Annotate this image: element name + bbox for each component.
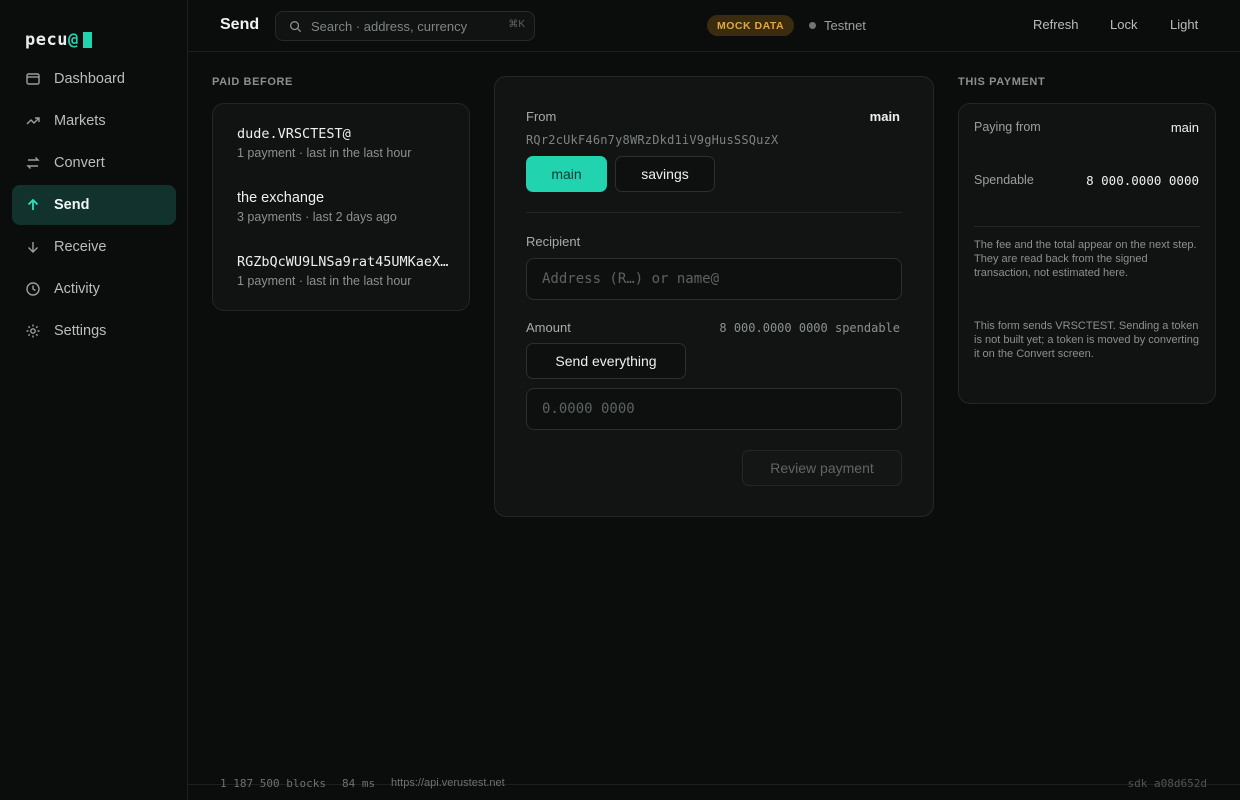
recipient-label: Recipient [526,234,581,249]
sidebar-item-send[interactable]: Send [12,185,176,225]
sidebar-item-label: Markets [54,113,106,129]
logo-at: @ [67,30,79,50]
from-value: main [869,109,900,124]
amount-field[interactable] [526,388,902,430]
fee-note: The fee and the total appear on the next… [974,239,1197,279]
gear-icon [25,323,41,339]
recipient-field[interactable] [526,258,902,300]
sidebar-item-label: Receive [54,239,107,255]
payee-item[interactable]: the exchange 3 payments · last 2 days ag… [237,190,449,224]
payee-meta: 1 payment · last in the last hour [237,274,412,288]
token-note: This form sends VRSCTEST. Sending a toke… [974,320,1200,360]
sidebar-item-activity[interactable]: Activity [12,269,176,309]
paying-from-value: main [1170,120,1199,135]
sidebar-item-settings[interactable]: Settings [12,311,176,351]
review-payment-button[interactable]: Review payment [742,450,902,486]
amount-label: Amount [526,320,571,335]
arrow-up-icon [25,197,41,213]
refresh-button[interactable]: Refresh [1033,17,1079,32]
spendable-note: 8 000.0000 0000 spendable [719,321,900,335]
logo-cursor [82,32,92,48]
sidebar-item-label: Send [54,197,90,213]
arrows-swap-icon [25,155,41,171]
sidebar-nav: Dashboard Markets Convert Send Receive A… [12,59,176,353]
divider [526,212,902,213]
logo-text: pecu [25,30,68,50]
trend-up-icon [25,113,41,129]
status-footer: 1 187 500 blocks 84 ms https://api.verus… [188,777,1240,800]
mock-data-badge: MOCK DATA [707,15,795,36]
app-logo[interactable]: pecu @ [25,30,92,50]
search-shortcut: ⌘K [508,19,525,30]
top-bar: Send ⌘K MOCK DATA Testnet Refresh Lock L… [188,0,1240,52]
search-box[interactable]: ⌘K [275,11,535,41]
payee-meta: 3 payments · last 2 days ago [237,210,397,224]
account-savings-button[interactable]: savings [615,156,715,192]
spendable-value: 8 000.0000 0000 [1086,173,1199,188]
sidebar-item-label: Settings [54,323,107,339]
send-everything-button[interactable]: Send everything [526,343,686,379]
account-main-button[interactable]: main [526,156,607,192]
from-address[interactable]: RQr2cUkF46n7y8WRzDkd1iV9gHusSSQuzX [526,133,778,147]
paying-from-label: Paying from [974,120,1041,134]
status-dot-icon [809,22,816,29]
search-icon [289,20,302,33]
send-form: From main RQr2cUkF46n7y8WRzDkd1iV9gHusSS… [494,76,934,517]
payee-name: the exchange [237,190,325,206]
sdk-version: sdk a08d652d [1127,777,1207,790]
this-payment-card: Paying from main Spendable 8 000.0000 00… [958,103,1216,404]
wallet-icon [25,71,41,87]
sidebar-item-label: Activity [54,281,100,297]
network-indicator: Testnet [809,18,866,33]
sidebar-item-convert[interactable]: Convert [12,143,176,183]
payee-meta: 1 payment · last in the last hour [237,146,412,160]
amount-input[interactable] [542,401,901,417]
spendable-label: Spendable [974,173,1034,187]
from-label: From [526,109,557,124]
divider [974,226,1200,227]
search-input[interactable] [311,18,501,34]
sidebar-item-label: Dashboard [54,71,125,87]
payee-item[interactable]: dude.VRSCTEST@ 1 payment · last in the l… [237,126,449,160]
sidebar-item-label: Convert [54,155,105,171]
arrow-down-icon [25,239,41,255]
theme-toggle-button[interactable]: Light [1170,17,1198,32]
sidebar: pecu @ Dashboard Markets Convert Send Rec… [0,0,188,800]
page-title: Send [220,16,260,33]
network-label: Testnet [824,18,866,33]
payee-item[interactable]: RGZbQcWU9LNSa9rat45UMKaeXXXX 1 payment ·… [237,254,449,288]
recipient-input[interactable] [542,271,901,287]
sidebar-item-dashboard[interactable]: Dashboard [12,59,176,99]
payee-name: dude.VRSCTEST@ [237,126,351,142]
clock-icon [25,281,41,297]
this-payment-label: THIS PAYMENT [958,76,1046,88]
api-url: https://api.verustest.net [391,777,505,789]
latency: 84 ms [342,777,376,790]
block-height: 1 187 500 blocks [220,777,326,790]
sidebar-item-markets[interactable]: Markets [12,101,176,141]
sidebar-item-receive[interactable]: Receive [12,227,176,267]
lock-button[interactable]: Lock [1110,17,1137,32]
paid-before-label: PAID BEFORE [212,76,293,88]
paid-before-card: dude.VRSCTEST@ 1 payment · last in the l… [212,103,470,311]
payee-name: RGZbQcWU9LNSa9rat45UMKaeXXXX [237,254,449,270]
